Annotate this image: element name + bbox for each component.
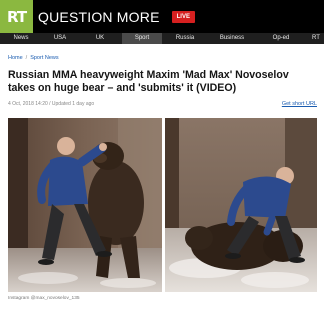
get-short-url-link[interactable]: Get short URL [282,101,317,107]
article-photo-left[interactable] [8,118,162,292]
article-date: 4 Oct, 2018 14:20 / Updated 1 day ago [8,101,95,107]
nav-item-news[interactable]: News [0,33,42,44]
nav-item-uk[interactable]: UK [78,33,122,44]
breadcrumb-section[interactable]: Sport News [30,55,58,61]
nav-item-sport[interactable]: Sport [122,33,162,44]
main-nav: News USA UK Sport Russia Business Op-ed … [0,33,324,44]
nav-item-business[interactable]: Business [208,33,256,44]
breadcrumb-separator: / [25,55,28,61]
fighter-bear-standing-image [8,118,162,292]
nav-item-russia[interactable]: Russia [162,33,208,44]
site-tagline: QUESTION MORE [38,8,160,25]
photo-caption: Instagram @max_novoselov_135 [8,296,80,301]
nav-item-oped[interactable]: Op-ed [256,33,306,44]
article-photo-right[interactable] [165,118,317,292]
site-header: RT QUESTION MORE LIVE [0,0,324,33]
breadcrumb-home[interactable]: Home [8,55,23,61]
breadcrumb: Home / Sport News [8,55,59,61]
nav-item-rt[interactable]: RT [306,33,324,44]
fighter-bear-ground-image [165,118,317,292]
nav-item-usa[interactable]: USA [42,33,78,44]
rt-logo[interactable]: RT [0,0,33,33]
article-headline: Russian MMA heavyweight Maxim 'Mad Max' … [8,69,289,94]
live-button[interactable]: LIVE [171,10,195,23]
